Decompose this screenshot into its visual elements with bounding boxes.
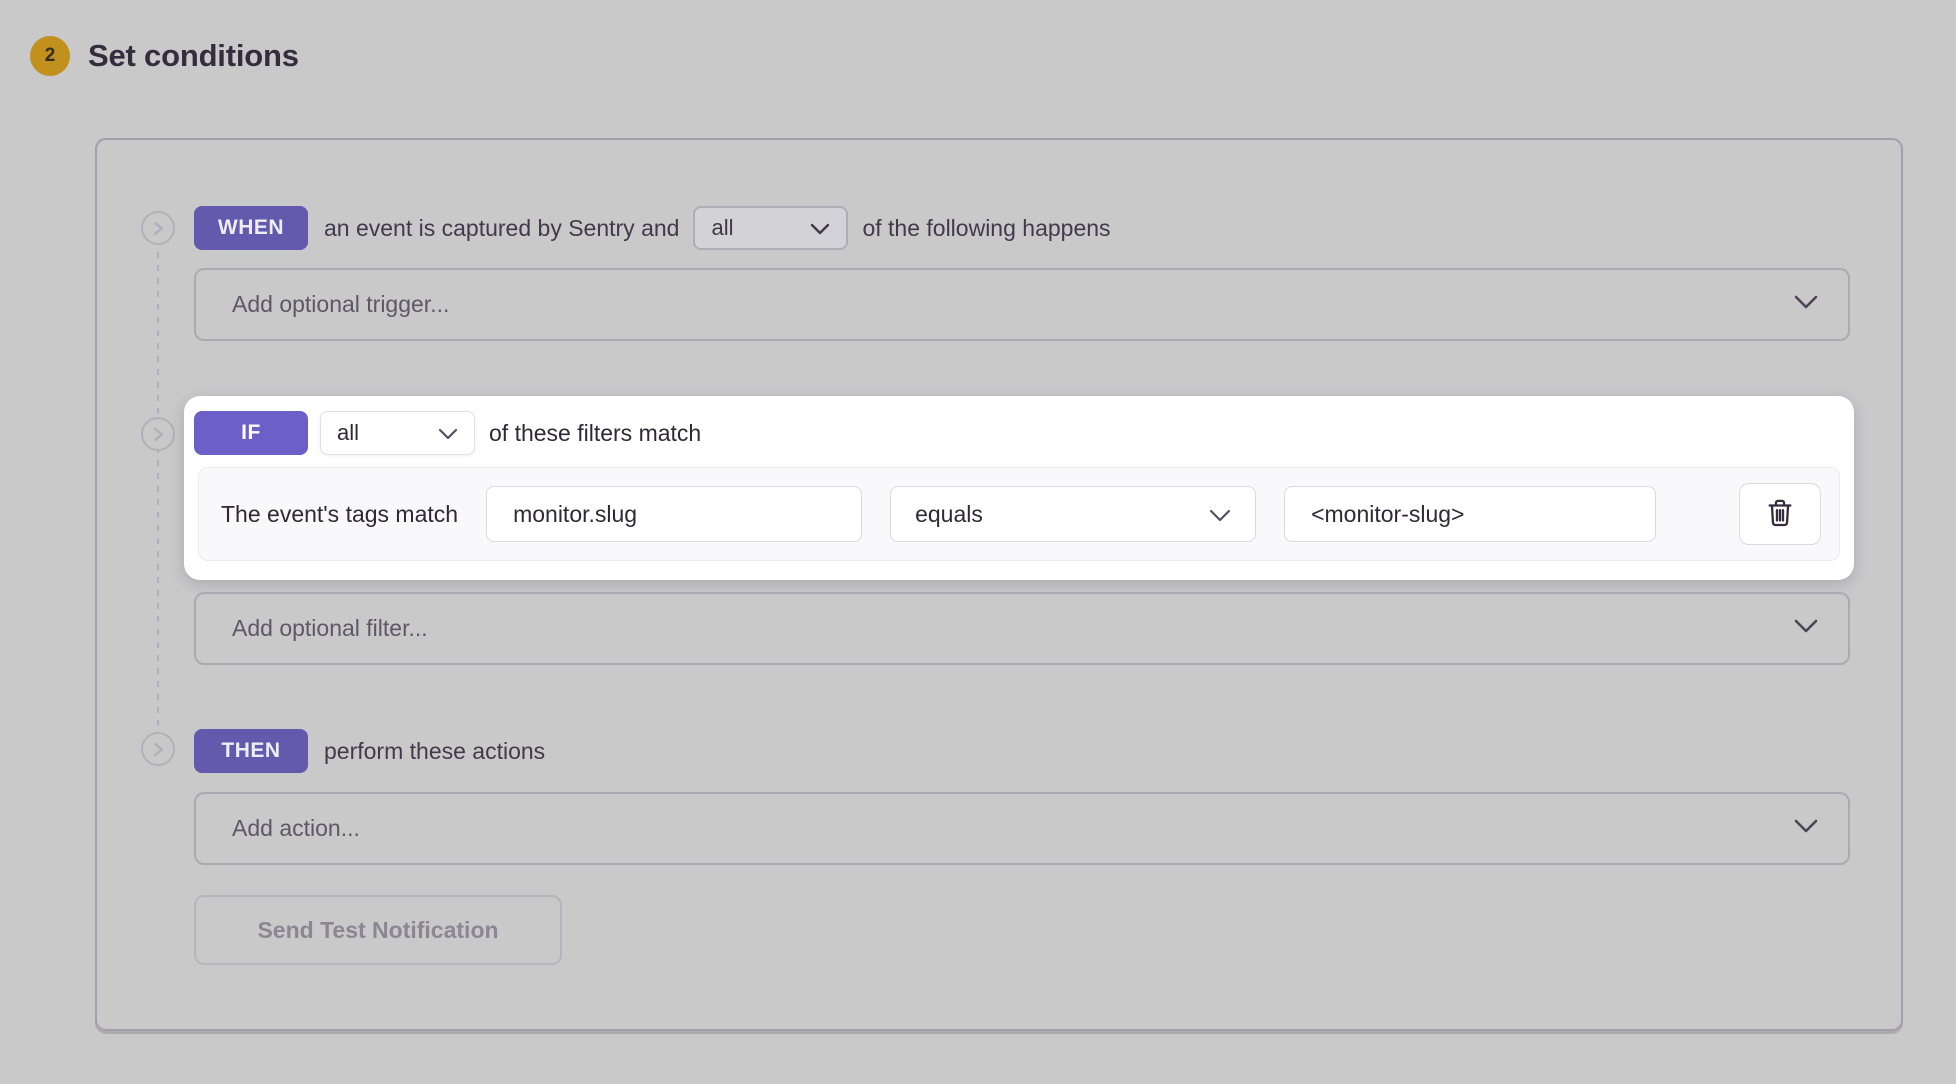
- add-trigger-dropdown[interactable]: Add optional trigger...: [194, 268, 1850, 341]
- filter-condition-row: The event's tags match equals: [198, 467, 1840, 561]
- chevron-down-icon: [1794, 619, 1818, 638]
- add-filter-dropdown[interactable]: Add optional filter...: [194, 592, 1850, 665]
- if-match-select[interactable]: all: [320, 411, 475, 455]
- if-row: IF all of these filters match: [194, 411, 1840, 455]
- then-text: perform these actions: [324, 738, 545, 765]
- delete-filter-button[interactable]: [1739, 483, 1821, 545]
- chevron-down-icon: [810, 215, 830, 241]
- when-text-before: an event is captured by Sentry and: [324, 215, 679, 242]
- when-row: WHEN an event is captured by Sentry and …: [194, 206, 1111, 250]
- chevron-right-circle-icon[interactable]: [141, 732, 175, 766]
- when-match-select-value: all: [711, 215, 733, 241]
- chevron-down-icon: [438, 420, 458, 446]
- step-number-badge: 2: [30, 36, 70, 76]
- conditions-panel: WHEN an event is captured by Sentry and …: [95, 138, 1903, 1031]
- add-filter-placeholder: Add optional filter...: [232, 615, 428, 642]
- filter-value-input[interactable]: [1284, 486, 1656, 542]
- chevron-down-icon: [1794, 819, 1818, 838]
- then-row: THEN perform these actions: [194, 729, 545, 773]
- when-match-select[interactable]: all: [693, 206, 848, 250]
- if-text-after: of these filters match: [489, 420, 701, 447]
- when-text-after: of the following happens: [862, 215, 1110, 242]
- filter-label: The event's tags match: [221, 501, 458, 528]
- if-match-select-value: all: [337, 420, 359, 446]
- if-section-highlight: IF all of these filters match The event'…: [184, 396, 1854, 580]
- rail-dashed-line: [157, 252, 159, 734]
- if-badge: IF: [194, 411, 308, 455]
- add-action-placeholder: Add action...: [232, 815, 360, 842]
- filter-key-input[interactable]: [486, 486, 862, 542]
- step-heading: 2 Set conditions: [30, 36, 299, 76]
- send-test-notification-button[interactable]: Send Test Notification: [194, 895, 562, 965]
- page-title: Set conditions: [88, 38, 299, 74]
- filter-match-select-value: equals: [915, 501, 983, 528]
- chevron-right-circle-icon[interactable]: [141, 211, 175, 245]
- chevron-right-circle-icon[interactable]: [141, 417, 175, 451]
- add-action-dropdown[interactable]: Add action...: [194, 792, 1850, 865]
- chevron-down-icon: [1209, 501, 1231, 528]
- add-trigger-placeholder: Add optional trigger...: [232, 291, 449, 318]
- trash-icon: [1766, 498, 1794, 531]
- when-badge: WHEN: [194, 206, 308, 250]
- then-badge: THEN: [194, 729, 308, 773]
- filter-match-select[interactable]: equals: [890, 486, 1256, 542]
- chevron-down-icon: [1794, 295, 1818, 314]
